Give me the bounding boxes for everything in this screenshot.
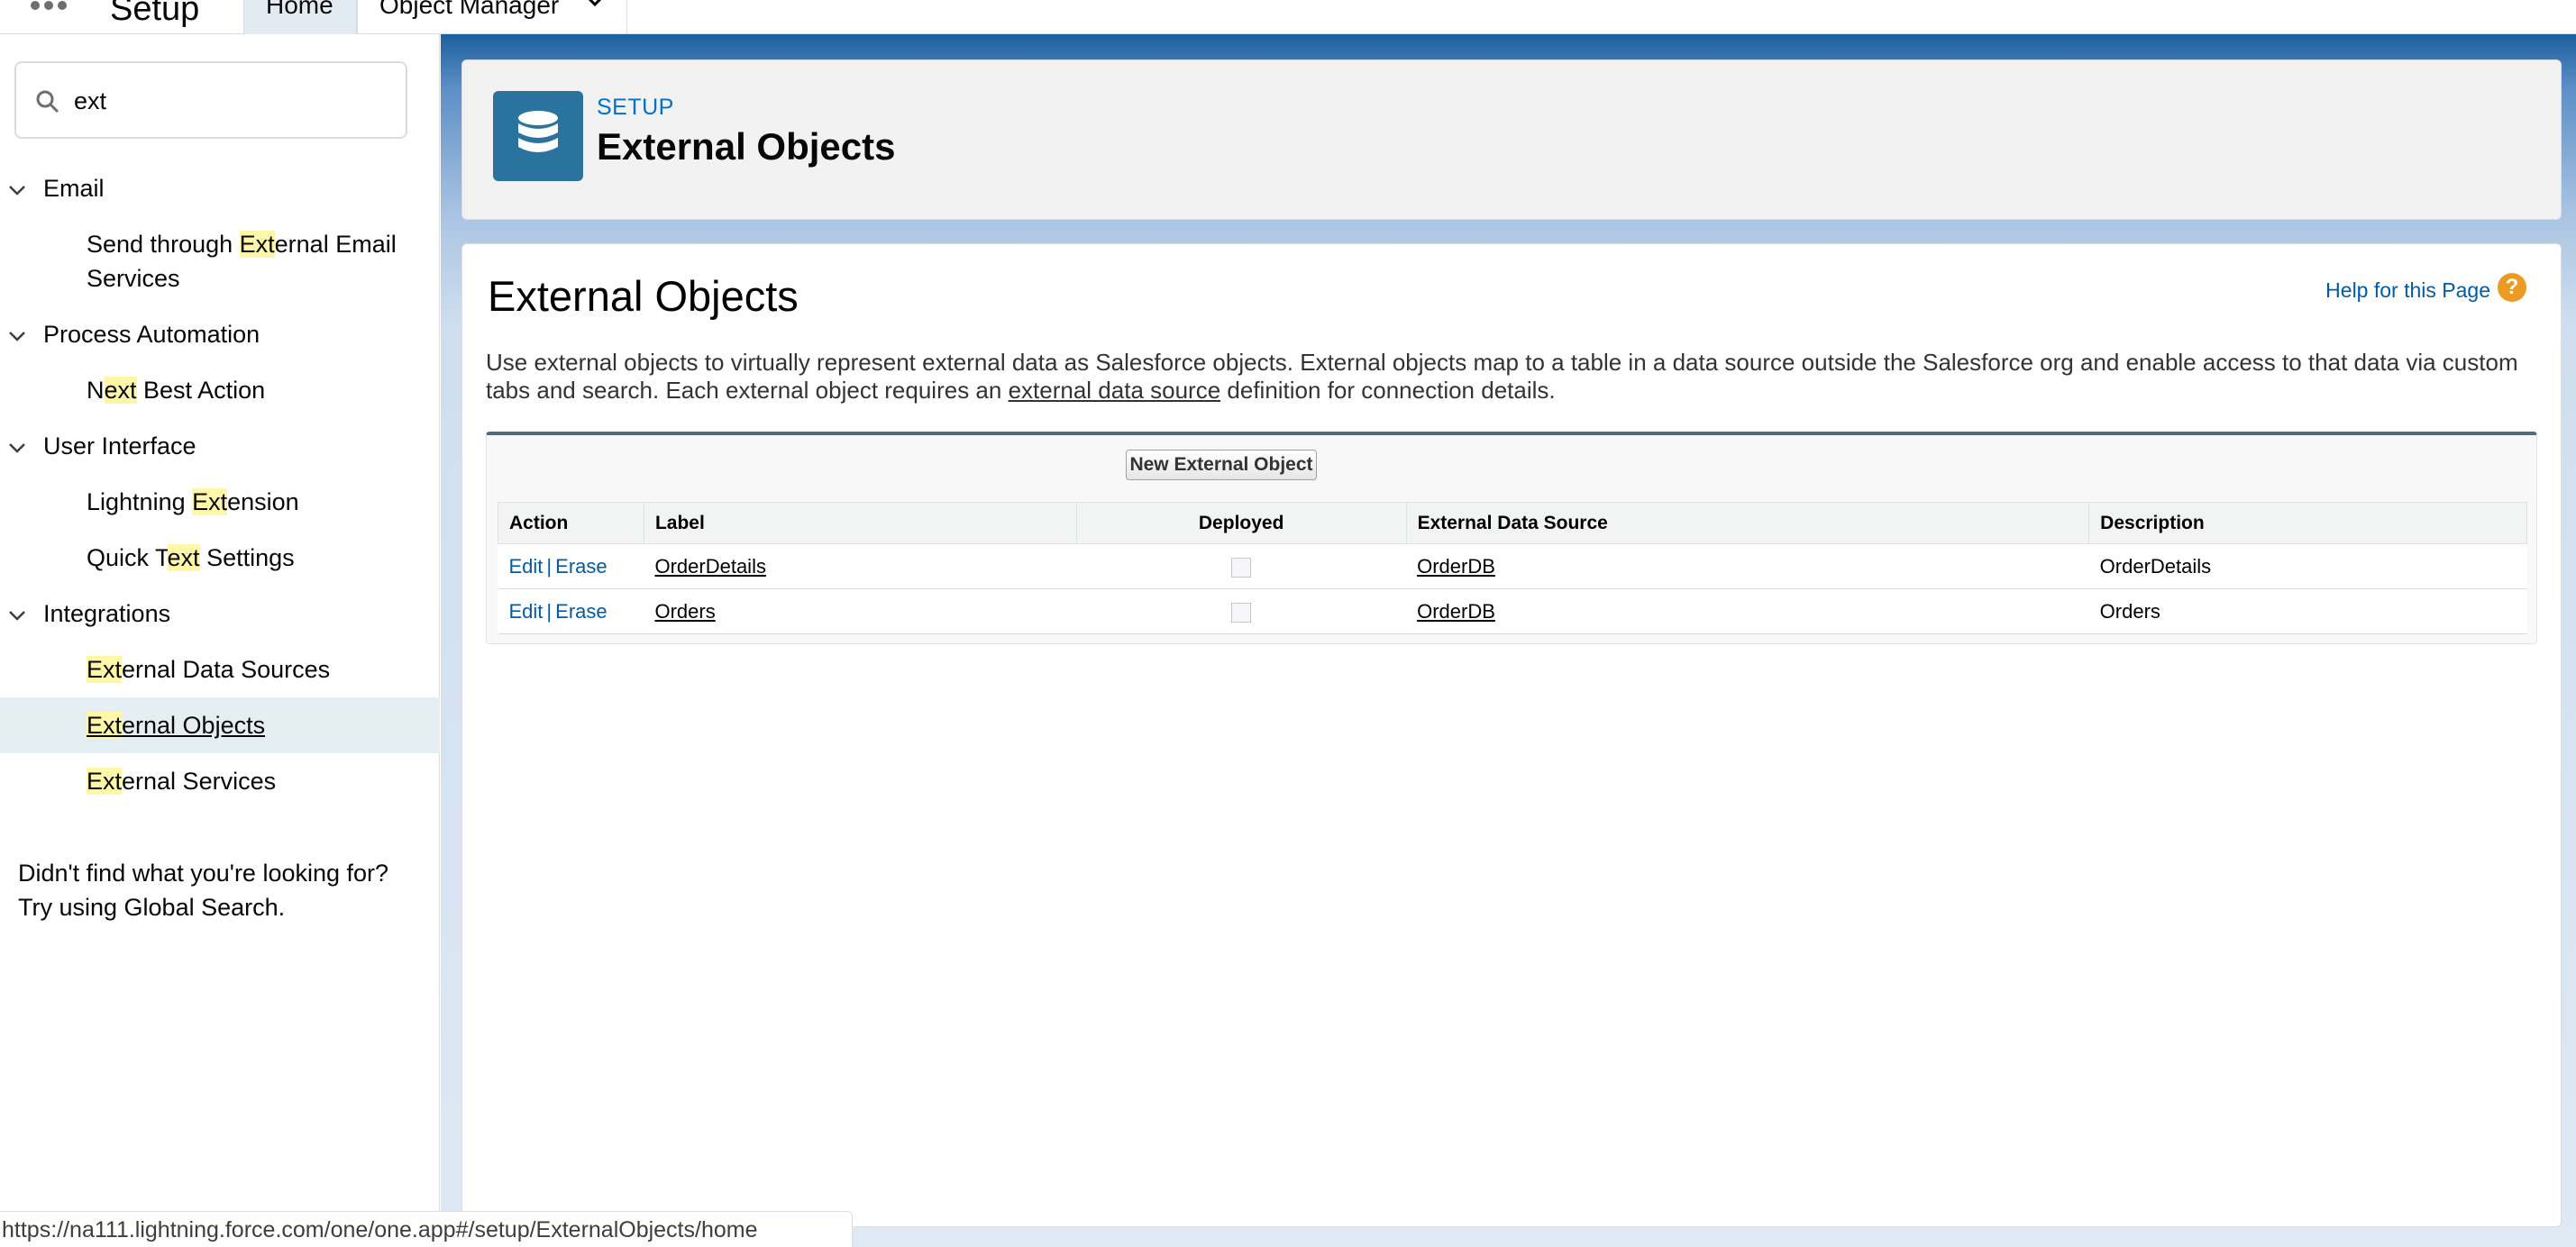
column-header-deployed[interactable]: Deployed — [1075, 502, 1407, 544]
table-row: Edit | Erase OrderDetails OrderDB OrderDet… — [498, 543, 2527, 589]
tree-item-text: Lightning — [87, 488, 193, 515]
external-data-source-link[interactable]: external data source — [1009, 377, 1221, 404]
tree-item-send-through-external-email-services[interactable]: Send through External Email Services — [0, 216, 440, 306]
tree-group-label: Integrations — [43, 600, 171, 627]
new-external-object-button[interactable]: New External Object — [1126, 450, 1317, 480]
search-match-highlight: ext — [104, 377, 137, 404]
tree-group-label: User Interface — [43, 432, 196, 460]
table-header-row: Action Label Deployed External Data Sour… — [498, 502, 2527, 544]
tree-item-next-best-action[interactable]: Next Best Action — [0, 362, 440, 418]
page-title: External Objects — [597, 125, 896, 168]
tree-group-user-interface[interactable]: User Interface — [0, 418, 440, 474]
tree-item-text: N — [87, 377, 105, 404]
tree-item-text: ernal Objects — [122, 712, 266, 739]
page-header: SETUP External Objects — [461, 59, 2562, 220]
content-panel: External Objects Help for this Page ? Us… — [461, 243, 2562, 1227]
breadcrumb[interactable]: SETUP — [597, 95, 674, 121]
app-title: Setup — [110, 0, 200, 28]
tab-object-manager[interactable]: Object Manager — [357, 0, 627, 34]
setup-tree: Email Send through External Email Servic… — [0, 160, 440, 809]
column-header-external-data-source[interactable]: External Data Source — [1405, 502, 2090, 544]
search-match-highlight: Ext — [87, 712, 123, 739]
tree-item-text: ension — [227, 488, 299, 515]
external-objects-list: New External Object Action Label Deploye… — [486, 432, 2537, 644]
deployed-checkbox — [1231, 602, 1252, 623]
tree-item-external-objects[interactable]: External Objects — [0, 697, 440, 753]
description-cell: Orders — [2088, 588, 2527, 634]
data-source-link[interactable]: OrderDB — [1417, 555, 1495, 578]
erase-link[interactable]: Erase — [555, 600, 607, 623]
tree-item-text: ernal Data Sources — [122, 656, 331, 683]
page-description: Use external objects to virtually repres… — [486, 349, 2532, 405]
tree-group-process-automation[interactable]: Process Automation — [0, 306, 440, 362]
tree-group-label: Process Automation — [43, 321, 260, 348]
tree-item-text: ernal Services — [122, 768, 277, 795]
chevron-down-icon[interactable] — [7, 605, 27, 625]
description-cell: OrderDetails — [2088, 543, 2527, 589]
search-match-highlight: Ext — [87, 656, 123, 683]
tree-item-lightning-extension[interactable]: Lightning Extension — [0, 474, 440, 530]
description-text: definition for connection details. — [1220, 377, 1556, 404]
action-separator: | — [546, 554, 553, 578]
tree-item-text: Send through — [87, 231, 240, 258]
tree-group-label: Email — [43, 175, 105, 202]
search-match-highlight: Ext — [192, 488, 228, 515]
not-found-hint: Didn't find what you're looking for? Try… — [18, 860, 389, 921]
object-label-link[interactable]: Orders — [654, 600, 715, 623]
tree-group-email[interactable]: Email — [0, 160, 440, 216]
erase-link[interactable]: Erase — [555, 555, 607, 578]
tree-item-text: Settings — [199, 544, 295, 571]
setup-sidebar: Email Send through External Email Servic… — [0, 34, 440, 1247]
help-icon[interactable]: ? — [2498, 273, 2526, 302]
tree-group-integrations[interactable]: Integrations — [0, 586, 440, 642]
deployed-checkbox — [1231, 557, 1252, 578]
quick-find-box[interactable] — [14, 61, 407, 139]
tab-object-manager-label: Object Manager — [379, 0, 560, 19]
tree-item-text: Best Action — [136, 377, 266, 404]
tab-home[interactable]: Home — [243, 0, 357, 34]
search-icon — [36, 90, 59, 114]
column-header-action: Action — [498, 502, 644, 544]
search-match-highlight: Ext — [87, 768, 123, 795]
column-header-label[interactable]: Label — [643, 502, 1077, 544]
edit-link[interactable]: Edit — [509, 555, 544, 578]
help-link[interactable]: Help for this Page — [2325, 278, 2490, 303]
table-row: Edit | Erase Orders OrderDB Orders — [498, 588, 2527, 634]
content-title: External Objects — [488, 272, 799, 320]
global-header: Setup Home Object Manager — [0, 0, 2576, 34]
database-icon — [493, 91, 583, 181]
row-actions: Edit | Erase — [498, 543, 644, 589]
edit-link[interactable]: Edit — [509, 600, 544, 623]
tree-item-external-services[interactable]: External Services — [0, 753, 440, 809]
column-header-description[interactable]: Description — [2088, 502, 2527, 544]
external-objects-table: Action Label Deployed External Data Sour… — [498, 502, 2527, 634]
status-bar-url: https://na111.lightning.force.com/one/on… — [0, 1211, 853, 1247]
data-source-link[interactable]: OrderDB — [1417, 600, 1495, 623]
tree-item-text: Quick T — [87, 544, 168, 571]
app-launcher-icon[interactable] — [29, 0, 69, 23]
search-match-highlight: ext — [167, 544, 200, 571]
chevron-down-icon[interactable] — [7, 180, 27, 200]
chevron-down-icon[interactable] — [7, 438, 27, 458]
action-separator: | — [546, 599, 553, 623]
quick-find-input[interactable] — [74, 79, 389, 123]
search-match-highlight: Ext — [239, 231, 275, 258]
chevron-down-icon[interactable] — [585, 0, 605, 11]
object-label-link[interactable]: OrderDetails — [654, 555, 765, 578]
chevron-down-icon[interactable] — [7, 326, 27, 346]
tree-item-external-data-sources[interactable]: External Data Sources — [0, 642, 440, 697]
tree-item-quick-text-settings[interactable]: Quick Text Settings — [0, 530, 440, 586]
row-actions: Edit | Erase — [498, 588, 644, 634]
